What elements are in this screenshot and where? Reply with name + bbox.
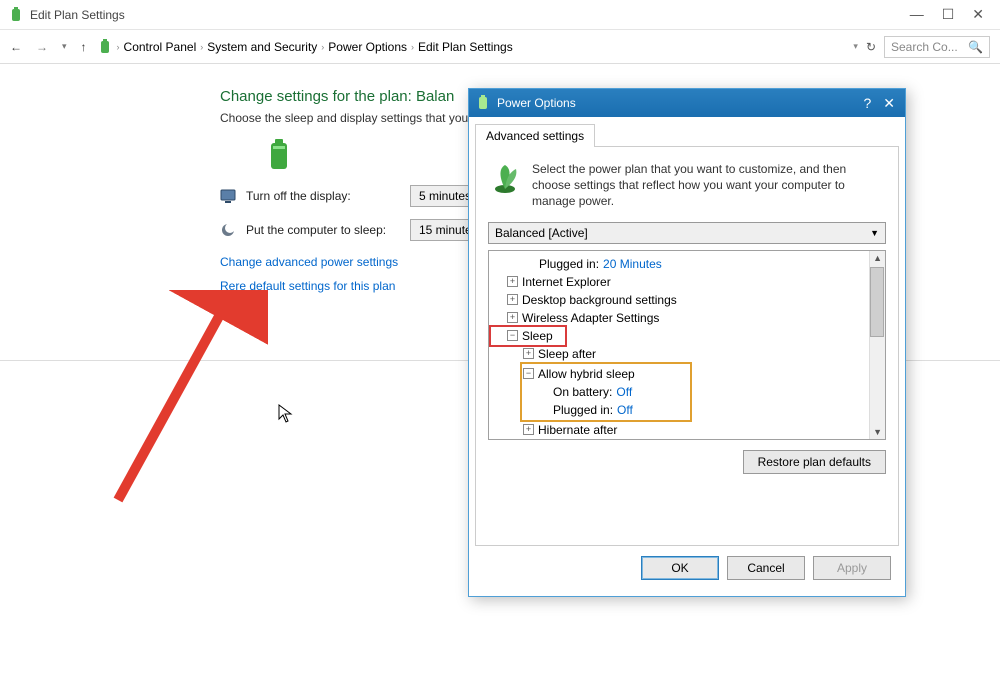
tab-advanced-settings[interactable]: Advanced settings <box>475 124 595 147</box>
tree-row-hybrid-sleep[interactable]: −Allow hybrid sleep <box>521 365 691 383</box>
close-button[interactable]: ✕ <box>972 6 984 23</box>
restore-defaults-link-prefix: Re <box>220 279 235 293</box>
tab-panel: Select the power plan that you want to c… <box>475 146 899 546</box>
crumb-control-panel[interactable]: Control Panel <box>124 40 197 54</box>
tree-row-sleep[interactable]: −Sleep <box>491 327 565 345</box>
dialog-close-button[interactable]: ✕ <box>883 95 895 112</box>
setting-label: Put the computer to sleep: <box>246 223 400 237</box>
search-icon: 🔍 <box>968 40 983 54</box>
power-options-dialog: Power Options ? ✕ Advanced settings Sele… <box>468 88 906 597</box>
forward-button[interactable]: → <box>36 40 48 54</box>
expand-icon[interactable]: + <box>507 276 518 287</box>
crumb-power-options[interactable]: Power Options <box>328 40 407 54</box>
expand-icon[interactable]: + <box>507 294 518 305</box>
expand-icon[interactable]: + <box>507 312 518 323</box>
dialog-description: Select the power plan that you want to c… <box>532 161 886 210</box>
scroll-up-icon[interactable]: ▲ <box>873 253 882 263</box>
power-plan-dropdown[interactable]: Balanced [Active] ▼ <box>488 222 886 244</box>
display-icon <box>220 188 236 204</box>
expand-icon[interactable]: + <box>523 348 534 359</box>
crumb-edit-plan[interactable]: Edit Plan Settings <box>418 40 513 54</box>
chevron-down-icon: ▼ <box>870 228 879 238</box>
power-options-icon <box>475 95 491 111</box>
navbar: ← → ▾ ↑ › Control Panel › System and Sec… <box>0 30 1000 64</box>
window-controls: — ☐ ✕ <box>910 6 992 23</box>
window-title: Edit Plan Settings <box>30 8 910 22</box>
chevron-right-icon: › <box>411 42 414 52</box>
dialog-titlebar[interactable]: Power Options ? ✕ <box>469 89 905 117</box>
search-placeholder: Search Co... <box>891 40 958 54</box>
restore-defaults-link[interactable]: re default settings for this plan <box>235 279 395 293</box>
power-options-icon <box>8 7 24 23</box>
restore-defaults-button[interactable]: Restore plan defaults <box>743 450 886 474</box>
chevron-right-icon: › <box>321 42 324 52</box>
breadcrumb[interactable]: › Control Panel › System and Security › … <box>97 39 844 55</box>
moon-icon <box>220 222 236 238</box>
tree-row-on-battery[interactable]: On battery:Off <box>521 383 691 401</box>
minimize-button[interactable]: — <box>910 6 924 23</box>
tree-row-wake-timers[interactable]: +Allow wake timers <box>491 439 883 440</box>
tree-row-plugged-in-2[interactable]: Plugged in:Off <box>521 401 691 419</box>
tree-scrollbar[interactable]: ▲ ▼ <box>869 251 885 439</box>
settings-tree[interactable]: Plugged in: 20 Minutes +Internet Explore… <box>488 250 886 440</box>
collapse-icon[interactable]: − <box>507 330 518 341</box>
tree-row-ie[interactable]: +Internet Explorer <box>491 273 883 291</box>
dialog-help-button[interactable]: ? <box>863 95 871 112</box>
annotation-arrow <box>88 290 268 510</box>
dialog-buttons: OK Cancel Apply <box>475 546 899 590</box>
chevron-right-icon: › <box>200 42 203 52</box>
tree-row-desktop-bg[interactable]: +Desktop background settings <box>491 291 883 309</box>
dropdown-value: Balanced [Active] <box>495 226 588 240</box>
ok-button[interactable]: OK <box>641 556 719 580</box>
dialog-title: Power Options <box>497 96 863 110</box>
main-titlebar: Edit Plan Settings — ☐ ✕ <box>0 0 1000 30</box>
power-plant-icon <box>488 161 522 195</box>
collapse-icon[interactable]: − <box>523 368 534 379</box>
cursor-icon <box>278 404 294 424</box>
breadcrumb-root-icon <box>97 39 113 55</box>
apply-button[interactable]: Apply <box>813 556 891 580</box>
tree-row-hibernate[interactable]: +Hibernate after <box>491 421 883 439</box>
refresh-button[interactable]: ↻ <box>866 40 876 54</box>
back-button[interactable]: ← <box>10 40 22 54</box>
chevron-right-icon: › <box>117 42 120 52</box>
nav-arrows: ← → ▾ ↑ <box>10 40 87 54</box>
expand-icon[interactable]: + <box>523 424 534 435</box>
scroll-down-icon[interactable]: ▼ <box>873 427 882 437</box>
dialog-body: Advanced settings Select the power plan … <box>469 117 905 596</box>
crumb-system-security[interactable]: System and Security <box>207 40 317 54</box>
highlight-allow-hybrid: −Allow hybrid sleep On battery:Off Plugg… <box>521 363 691 421</box>
tree-row-plugged-in[interactable]: Plugged in: 20 Minutes <box>491 255 883 273</box>
maximize-button[interactable]: ☐ <box>942 6 955 23</box>
recent-dropdown-icon[interactable]: ▾ <box>62 41 67 52</box>
tree-row-wireless[interactable]: +Wireless Adapter Settings <box>491 309 883 327</box>
scroll-thumb[interactable] <box>870 267 884 337</box>
search-input[interactable]: Search Co... 🔍 <box>884 36 990 58</box>
up-button[interactable]: ↑ <box>81 40 87 54</box>
setting-label: Turn off the display: <box>246 189 400 203</box>
tree-row-sleep-after[interactable]: +Sleep after <box>491 345 883 363</box>
breadcrumb-dropdown-icon[interactable]: ▾ <box>853 41 858 52</box>
cancel-button[interactable]: Cancel <box>727 556 805 580</box>
